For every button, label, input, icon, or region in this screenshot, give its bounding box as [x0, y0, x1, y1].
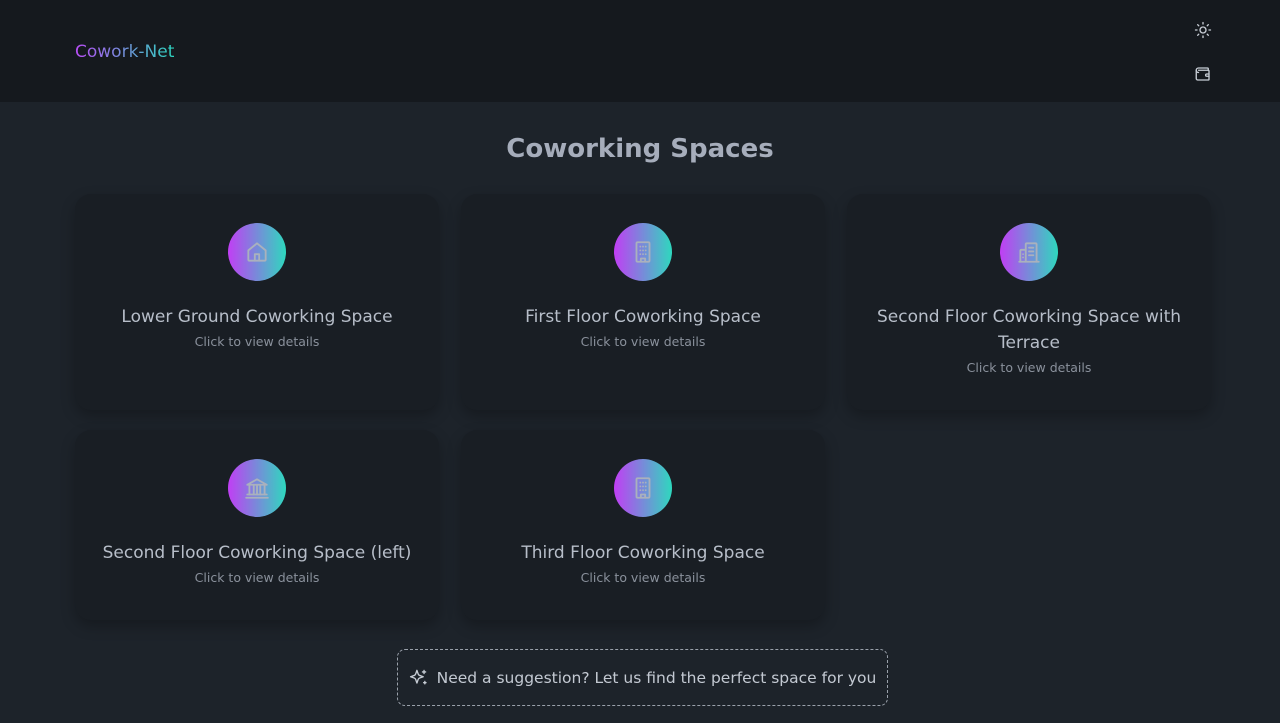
- space-card-third-floor[interactable]: Third Floor Coworking Space Click to vie…: [461, 430, 825, 620]
- sun-icon: [1194, 21, 1212, 39]
- card-title: Lower Ground Coworking Space: [121, 307, 393, 327]
- card-subtitle: Click to view details: [966, 360, 1092, 375]
- card-subtitle: Click to view details: [580, 570, 706, 585]
- card-title: Second Floor Coworking Space (left): [102, 543, 412, 563]
- sparkles-icon: [409, 669, 427, 685]
- theme-toggle-button[interactable]: [1189, 16, 1217, 44]
- card-icon-badge: [1000, 223, 1058, 281]
- card-icon-badge: [228, 223, 286, 281]
- home-icon: [247, 242, 267, 262]
- page-title: Coworking Spaces: [506, 134, 774, 164]
- space-card-second-floor-left[interactable]: Second Floor Coworking Space (left) Clic…: [75, 430, 439, 620]
- space-card-first-floor[interactable]: First Floor Coworking Space Click to vie…: [461, 194, 825, 410]
- suggestion-label: Need a suggestion? Let us find the perfe…: [436, 668, 877, 687]
- suggestion-button[interactable]: Need a suggestion? Let us find the perfe…: [397, 649, 888, 706]
- building-icon: [635, 477, 651, 499]
- wallet-icon: [1195, 67, 1210, 81]
- space-card-second-floor-terrace[interactable]: Second Floor Coworking Space with Terrac…: [847, 194, 1211, 410]
- card-title: First Floor Coworking Space: [525, 307, 761, 327]
- card-icon-badge: [614, 223, 672, 281]
- card-icon-badge: [228, 459, 286, 517]
- card-subtitle: Click to view details: [580, 334, 706, 349]
- card-title: Second Floor Coworking Space with Terrac…: [876, 307, 1182, 353]
- building-icon: [635, 241, 651, 263]
- card-title: Third Floor Coworking Space: [521, 543, 765, 563]
- space-card-lower-ground[interactable]: Lower Ground Coworking Space Click to vi…: [75, 194, 439, 410]
- wallet-button[interactable]: [1189, 60, 1217, 88]
- card-subtitle: Click to view details: [194, 570, 320, 585]
- card-subtitle: Click to view details: [194, 334, 320, 349]
- brand-logo[interactable]: Cowork-Net: [75, 42, 174, 62]
- landmark-icon: [245, 478, 269, 499]
- buildings-icon: [1018, 242, 1040, 263]
- top-navbar: Cowork-Net: [0, 0, 1280, 102]
- card-icon-badge: [614, 459, 672, 517]
